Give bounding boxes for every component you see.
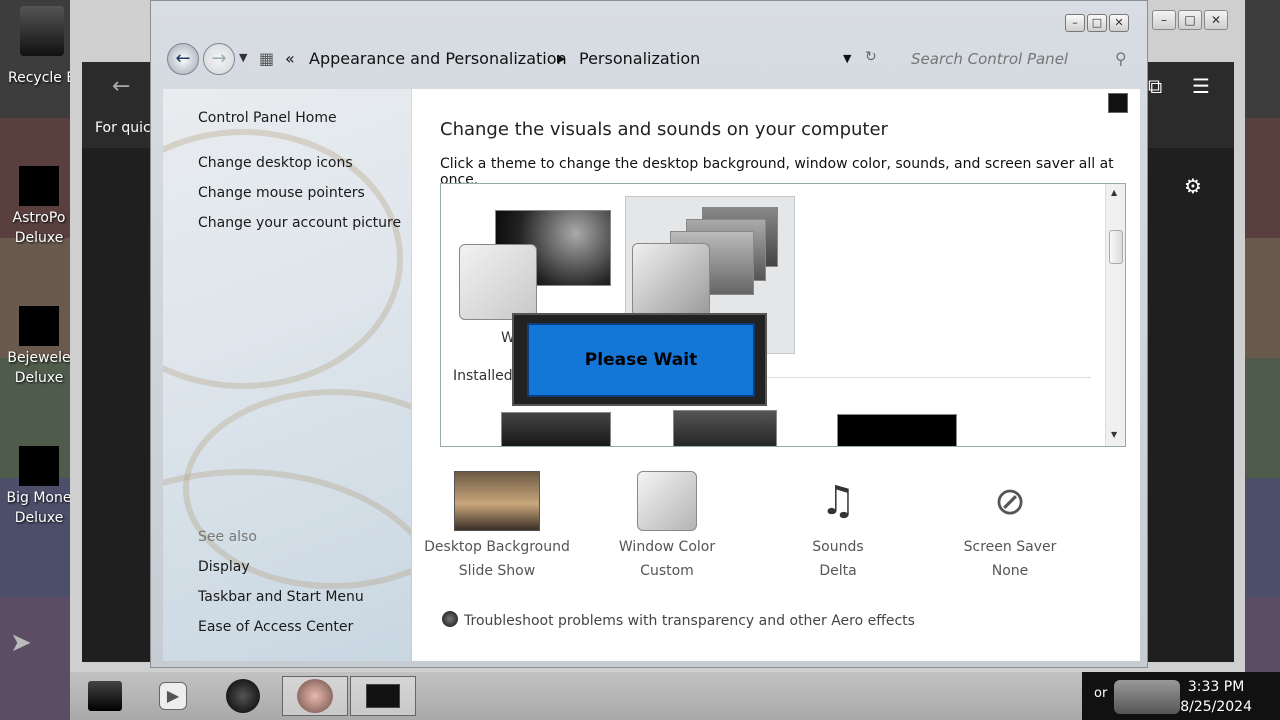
recycle-bin-icon[interactable] [20, 6, 64, 56]
tray-app-icon[interactable] [1114, 680, 1180, 714]
search-input[interactable] [905, 43, 1143, 75]
address-dropdown-icon[interactable]: ▼ [843, 52, 851, 65]
sounds-setting[interactable]: ♫ Sounds Delta [753, 471, 923, 579]
desktop-icon-big-money[interactable]: Big Mone Deluxe [4, 446, 74, 528]
please-wait-message: Please Wait [527, 323, 755, 397]
desktop-background-value: Slide Show [458, 563, 536, 579]
extensions-icon[interactable]: ⧉ [1148, 74, 1162, 98]
breadcrumb-separator-icon[interactable]: ▶ [557, 52, 565, 65]
taskbar-item-media[interactable]: ▶ [140, 676, 206, 716]
taskbar-item-1[interactable] [72, 676, 138, 716]
taskbar-item-active-1[interactable] [282, 676, 348, 716]
bg-maximize-button[interactable]: □ [1178, 10, 1202, 30]
help-icon[interactable] [1108, 93, 1128, 113]
taskbar-app-icon [88, 681, 122, 711]
window-color-icon [637, 471, 697, 531]
play-icon: ▶ [159, 682, 187, 710]
clock-date: 8/25/2024 [1180, 699, 1252, 715]
installed-theme-thumb-3[interactable] [837, 414, 957, 446]
bg-close-button[interactable]: ✕ [1204, 10, 1228, 30]
sounds-value: Delta [819, 563, 857, 579]
maximize-button[interactable]: □ [1087, 14, 1107, 32]
address-bar: ← → ▼ ▦ « Appearance and Personalization… [165, 41, 1145, 77]
gear-icon[interactable]: ⚙ [1184, 174, 1202, 198]
screen-saver-setting[interactable]: ⊘ Screen Saver None [925, 471, 1095, 579]
search-icon[interactable]: ⚲ [1115, 49, 1127, 68]
taskbar-start-menu-link[interactable]: Taskbar and Start Menu [198, 589, 364, 605]
control-panel-icon: ▦ [259, 49, 275, 68]
installed-theme-thumb-2[interactable] [673, 410, 777, 446]
theme-landscapes-color-thumb [632, 243, 710, 317]
sounds-music-icon: ♫ [820, 478, 856, 524]
bejeweled-icon [19, 306, 59, 346]
breadcrumb-overflow[interactable]: « [285, 49, 295, 68]
page-title: Change the visuals and sounds on your co… [440, 119, 888, 140]
breadcrumb-appearance[interactable]: Appearance and Personalization [309, 49, 567, 68]
theme-item-dark[interactable] [459, 208, 619, 328]
desktop-background-title: Desktop Background [424, 539, 570, 555]
orb-icon [226, 679, 260, 713]
control-panel-home-link[interactable]: Control Panel Home [198, 110, 337, 126]
tray-partial-text: or [1094, 686, 1108, 701]
troubleshoot-link[interactable]: Troubleshoot problems with transparency … [442, 611, 915, 629]
scroll-up-arrow-icon[interactable]: ▲ [1111, 188, 1117, 197]
change-mouse-pointers-link[interactable]: Change mouse pointers [198, 185, 365, 201]
scroll-down-arrow-icon[interactable]: ▼ [1111, 430, 1117, 439]
screen-saver-value: None [991, 563, 1029, 579]
change-desktop-icons-link[interactable]: Change desktop icons [198, 155, 353, 171]
taskbar-item-game[interactable] [210, 676, 276, 716]
back-button[interactable]: ← [167, 43, 199, 75]
minimize-button[interactable]: – [1065, 14, 1085, 32]
see-also-label: See also [198, 529, 257, 545]
app-icon [297, 679, 333, 713]
taskbar-item-active-2[interactable] [350, 676, 416, 716]
astropop-icon [19, 166, 59, 206]
please-wait-dialog: Please Wait [512, 313, 767, 406]
ease-of-access-link[interactable]: Ease of Access Center [198, 619, 353, 635]
refresh-icon[interactable]: ↻ [865, 49, 877, 65]
troubleshoot-text: Troubleshoot problems with transparency … [464, 613, 915, 629]
forward-button[interactable]: → [203, 43, 235, 75]
big-money-icon [19, 446, 59, 486]
bg-minimize-button[interactable]: – [1152, 10, 1176, 30]
window-color-title: Window Color [618, 539, 716, 555]
window-color-setting[interactable]: Window Color Custom [582, 471, 752, 579]
installed-theme-thumb-1[interactable] [501, 412, 611, 446]
scrollbar-thumb[interactable] [1109, 230, 1123, 264]
desktop-icon-bejeweled[interactable]: Bejewele Deluxe [4, 306, 74, 388]
close-button[interactable]: ✕ [1109, 14, 1129, 32]
window-controls: – □ ✕ [1065, 14, 1129, 32]
clock[interactable]: 3:33 PM 8/25/2024 [1180, 677, 1252, 717]
desktop-background-icon [454, 471, 540, 531]
screen-saver-title: Screen Saver [963, 539, 1057, 555]
change-account-picture-link[interactable]: Change your account picture [198, 215, 401, 231]
installed-themes-label: Installed [453, 368, 513, 384]
recycle-bin-label: Recycle B [8, 70, 76, 86]
history-dropdown-icon[interactable]: ▼ [239, 51, 247, 64]
sounds-title: Sounds [812, 539, 864, 555]
desktop-background-setting[interactable]: Desktop Background Slide Show [412, 471, 582, 579]
quick-text: For quic [95, 120, 151, 136]
mouse-cursor-icon: ➤ [10, 628, 32, 658]
system-tray: or 3:33 PM 8/25/2024 [1082, 672, 1280, 720]
menu-icon[interactable]: ☰ [1192, 74, 1210, 98]
window-color-value: Custom [640, 563, 694, 579]
screen-saver-icon: ⊘ [994, 479, 1026, 523]
display-link[interactable]: Display [198, 559, 250, 575]
troubleshoot-icon [442, 611, 458, 627]
theme-list-scrollbar[interactable]: ▲ ▼ [1105, 184, 1125, 446]
breadcrumb-personalization[interactable]: Personalization [579, 49, 700, 68]
theme-dark-color-thumb [459, 244, 537, 320]
desktop-icon-astropop[interactable]: AstroPo Deluxe [4, 166, 74, 248]
left-navigation-panel: Control Panel Home Change desktop icons … [163, 89, 411, 661]
clock-time: 3:33 PM [1187, 679, 1245, 695]
window-app-icon [366, 684, 400, 708]
back-arrow-icon[interactable]: ← [112, 74, 130, 99]
